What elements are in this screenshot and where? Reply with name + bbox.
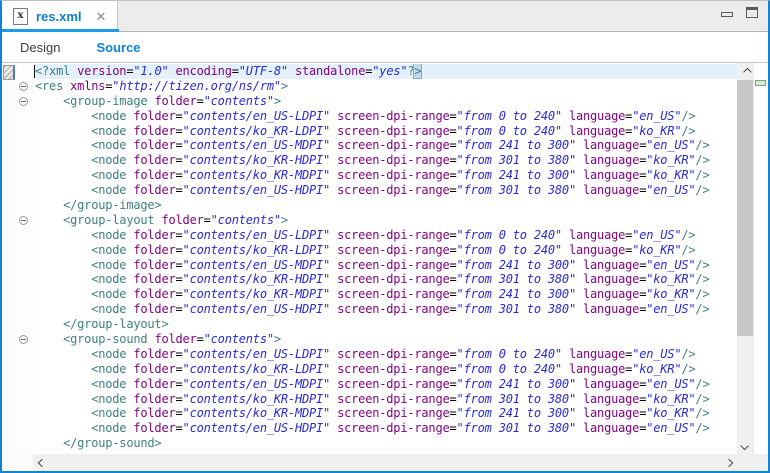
code-line[interactable]: <node folder="contents/en_US-MDPI" scree… <box>34 377 737 392</box>
active-tab-underline <box>2 29 119 32</box>
code-line[interactable]: <node folder="contents/en_US-HDPI" scree… <box>34 302 737 317</box>
view-controls <box>721 7 758 18</box>
code-lines[interactable]: <?xml version="1.0" encoding="UTF-8" sta… <box>34 64 737 454</box>
vertical-scrollbar[interactable] <box>737 63 754 454</box>
overview-ruler[interactable] <box>753 63 768 454</box>
fold-collapse-icon[interactable] <box>19 97 28 106</box>
editor-window: x res.xml ✕ Design Source <?xml version=… <box>0 0 770 473</box>
source-editor: <?xml version="1.0" encoding="UTF-8" sta… <box>2 63 768 471</box>
code-line[interactable]: <node folder="contents/ko_KR-MDPI" scree… <box>34 406 737 421</box>
code-line[interactable]: <group-image folder="contents"> <box>34 94 737 109</box>
code-line[interactable]: <node folder="contents/ko_KR-LDPI" scree… <box>34 243 737 258</box>
range-indicator-marker <box>3 65 15 80</box>
overview-annotation-marker[interactable] <box>755 80 766 86</box>
tab-design[interactable]: Design <box>2 40 78 55</box>
minimize-icon[interactable] <box>721 12 733 17</box>
scrollbar-corner-left <box>2 454 33 471</box>
folding-column <box>15 63 34 454</box>
code-line[interactable]: <node folder="contents/ko_KR-LDPI" scree… <box>34 124 737 139</box>
scroll-right-icon[interactable] <box>720 454 737 471</box>
code-line[interactable]: <node folder="contents/ko_KR-HDPI" scree… <box>34 153 737 168</box>
scrollbar-corner <box>737 454 768 471</box>
scroll-up-icon[interactable] <box>737 63 754 80</box>
scroll-left-icon[interactable] <box>33 454 50 471</box>
scroll-down-icon[interactable] <box>737 437 754 454</box>
editor-tab-bar: x res.xml ✕ <box>2 1 768 32</box>
code-line[interactable]: <group-layout folder="contents"> <box>34 213 737 228</box>
code-line[interactable]: <?xml version="1.0" encoding="UTF-8" sta… <box>34 64 737 79</box>
code-line[interactable]: <node folder="contents/ko_KR-HDPI" scree… <box>34 272 737 287</box>
xml-file-icon: x <box>13 8 28 25</box>
code-line[interactable]: <node folder="contents/en_US-HDPI" scree… <box>34 183 737 198</box>
maximize-icon[interactable] <box>746 7 758 18</box>
fold-collapse-icon[interactable] <box>19 216 28 225</box>
code-line[interactable]: </group-layout> <box>34 317 737 332</box>
tab-source[interactable]: Source <box>78 40 158 55</box>
annotation-ruler[interactable] <box>2 63 15 454</box>
code-line[interactable]: </group-image> <box>34 198 737 213</box>
close-icon[interactable]: ✕ <box>96 10 107 23</box>
code-line[interactable]: <node folder="contents/en_US-MDPI" scree… <box>34 138 737 153</box>
fold-collapse-icon[interactable] <box>19 82 28 91</box>
tab-res-xml[interactable]: x res.xml ✕ <box>2 1 118 31</box>
code-line[interactable]: <node folder="contents/en_US-MDPI" scree… <box>34 258 737 273</box>
code-line[interactable]: <node folder="contents/en_US-LDPI" scree… <box>34 347 737 362</box>
code-line[interactable]: </group-sound> <box>34 436 737 451</box>
fold-collapse-icon[interactable] <box>19 335 28 344</box>
code-line[interactable]: <res xmlns="http://tizen.org/ns/rm"> <box>34 79 737 94</box>
horizontal-scrollbar[interactable] <box>33 454 737 471</box>
code-line[interactable]: <node folder="contents/ko_KR-MDPI" scree… <box>34 168 737 183</box>
code-line[interactable]: <node folder="contents/en_US-HDPI" scree… <box>34 421 737 436</box>
code-line[interactable]: <node folder="contents/ko_KR-LDPI" scree… <box>34 362 737 377</box>
code-line[interactable]: <group-sound folder="contents"> <box>34 332 737 347</box>
code-line[interactable]: <node folder="contents/ko_KR-HDPI" scree… <box>34 392 737 407</box>
code-line[interactable]: <node folder="contents/en_US-LDPI" scree… <box>34 228 737 243</box>
design-source-tabs: Design Source <box>2 32 768 63</box>
tab-title: res.xml <box>36 9 82 24</box>
vertical-scrollbar-thumb[interactable] <box>737 80 754 336</box>
text-caret <box>34 65 35 78</box>
code-line[interactable]: <node folder="contents/ko_KR-MDPI" scree… <box>34 287 737 302</box>
code-line[interactable]: <node folder="contents/en_US-LDPI" scree… <box>34 109 737 124</box>
